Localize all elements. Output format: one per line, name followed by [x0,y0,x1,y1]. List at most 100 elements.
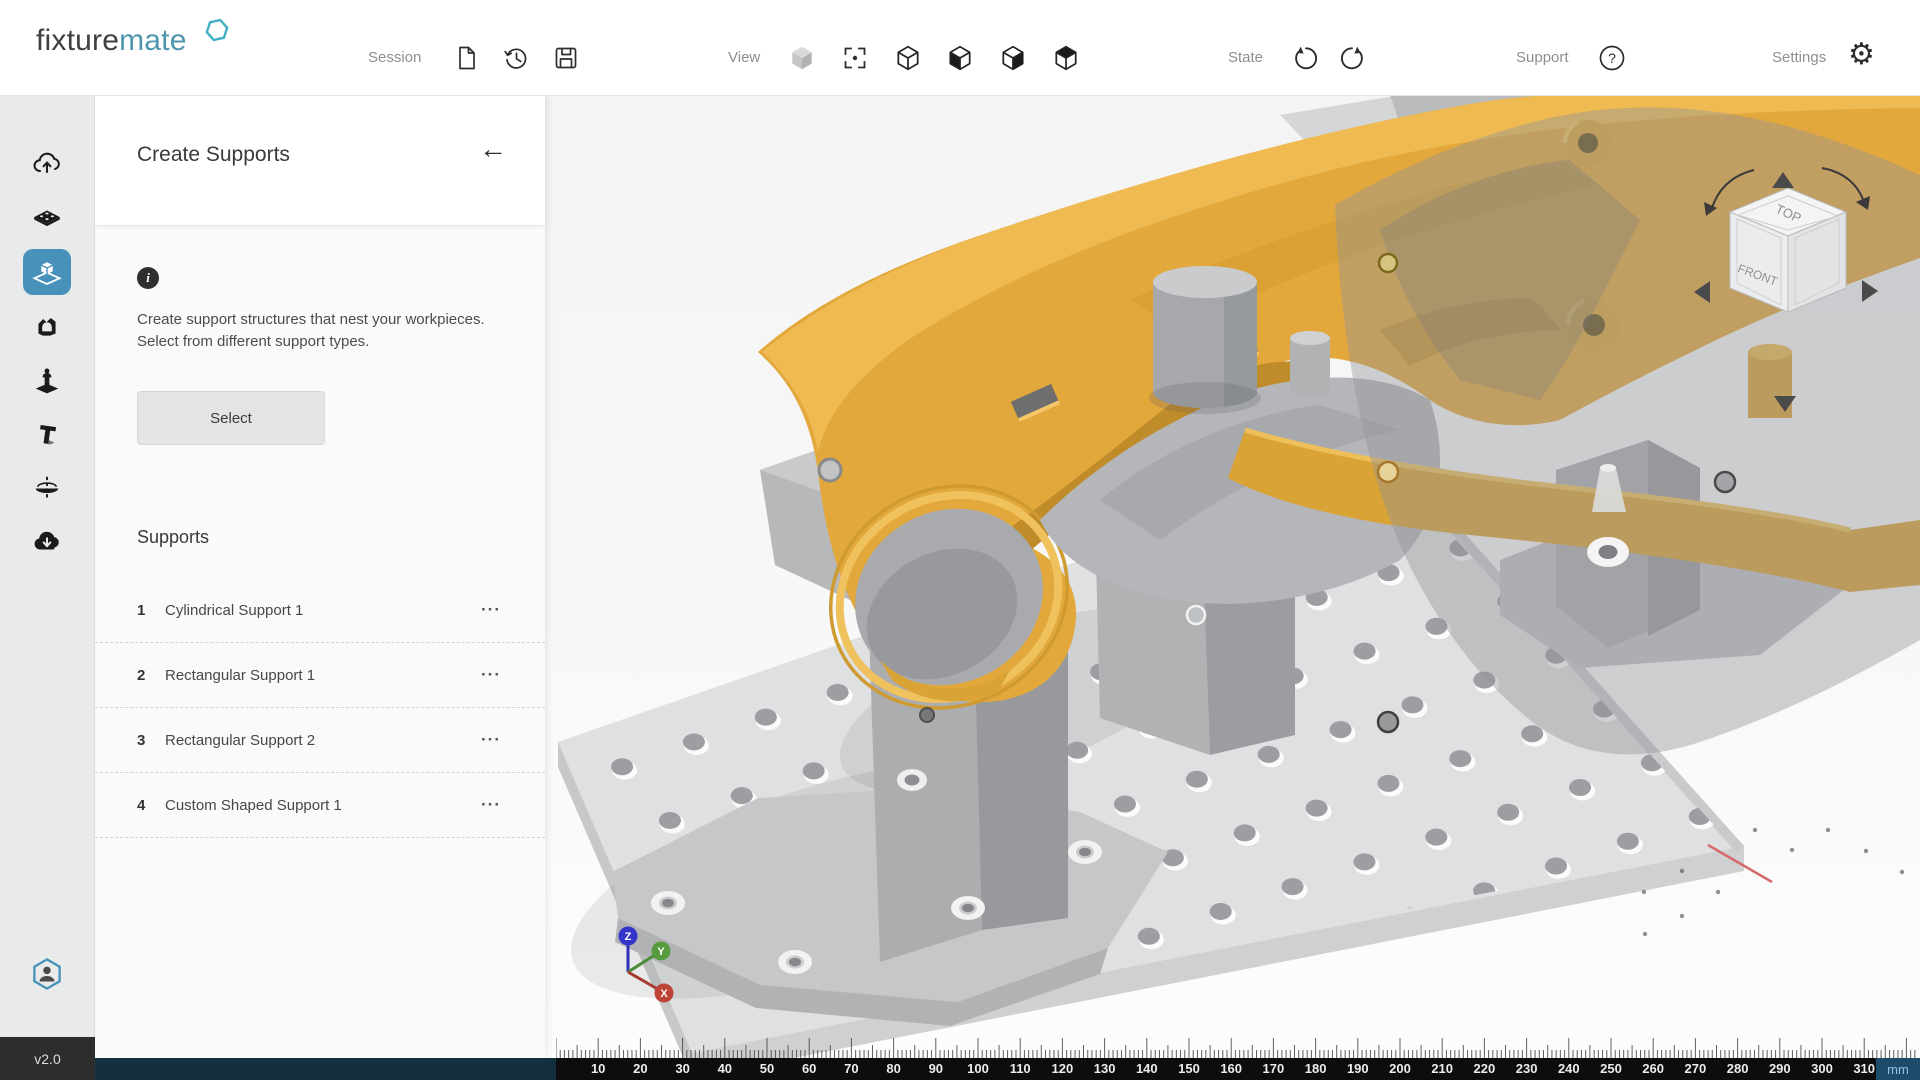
sidebar-item-custom-support[interactable] [23,303,71,349]
ruler-number: 160 [1214,1061,1248,1076]
label-icon [32,419,62,449]
top-bar: fixturemate Session View [0,0,1920,96]
ruler-number: 20 [623,1061,657,1076]
support-cylinder-large [1149,266,1261,414]
new-file-icon[interactable] [452,44,480,72]
fit-view-icon[interactable] [841,44,869,72]
view-group-label: View [728,49,760,66]
ruler-number: 40 [708,1061,742,1076]
clamp-icon [32,365,62,395]
gear-icon[interactable]: ⚙ [1848,40,1876,68]
logo-text-secondary: mate [119,24,187,57]
row-menu-icon[interactable]: ··· [481,665,501,685]
info-icon: i [137,267,159,289]
ruler-number: 210 [1425,1061,1459,1076]
cloud-download-icon [32,527,62,557]
row-menu-icon[interactable]: ··· [481,795,501,815]
support-index: 1 [137,602,165,619]
sidebar-item-baseplate[interactable] [23,195,71,241]
create-supports-panel: Create Supports ← i Create support struc… [95,95,545,1058]
cloud-upload-icon [32,149,62,179]
panel-header: Create Supports ← [95,95,545,226]
ruler-number: 270 [1678,1061,1712,1076]
select-button[interactable]: Select [137,391,325,445]
sidebar-item-account[interactable] [23,951,71,997]
history-icon[interactable] [502,44,530,72]
wireframe-cube-icon[interactable] [894,44,922,72]
bottom-bar [95,1058,556,1080]
support-row-1[interactable]: 1 Cylindrical Support 1 ··· [95,578,545,643]
support-name: Rectangular Support 2 [165,732,315,749]
axis-y-label: Y [657,946,665,958]
support-row-2[interactable]: 2 Rectangular Support 1 ··· [95,643,545,708]
scene-canvas[interactable]: TOP FRONT Z Y X [545,95,1920,1080]
cube-left-face-icon[interactable] [946,44,974,72]
row-menu-icon[interactable]: ··· [481,730,501,750]
ruler-number: 80 [877,1061,911,1076]
ruler-number: 50 [750,1061,784,1076]
ruler-number: 90 [919,1061,953,1076]
user-hexagon-icon [30,957,64,991]
sidebar-item-export[interactable] [23,519,71,565]
axis-z-label: Z [625,931,632,943]
support-group-label: Support [1516,49,1569,66]
ruler-number: 150 [1172,1061,1206,1076]
support-name: Custom Shaped Support 1 [165,797,342,814]
ruler-number: 60 [792,1061,826,1076]
back-arrow-icon[interactable]: ← [479,135,507,163]
ruler-number: 200 [1383,1061,1417,1076]
logo-text-primary: fixture [36,24,119,57]
help-glyph: ? [1608,50,1616,66]
support-name: Cylindrical Support 1 [165,602,303,619]
sidebar-item-clamps[interactable] [23,357,71,403]
redo-icon[interactable] [1340,44,1368,72]
ruler-number: 280 [1721,1061,1755,1076]
support-index: 3 [137,732,165,749]
supports-icon [31,256,63,288]
support-row-4[interactable]: 4 Custom Shaped Support 1 ··· [95,773,545,838]
ruler-number-strip: 1020304050607080901001101201301401501601… [556,1058,1876,1080]
split-icon [32,473,62,503]
ruler-number: 290 [1763,1061,1797,1076]
ruler-number: 260 [1636,1061,1670,1076]
logo-hexagon-icon [204,17,230,43]
app-logo[interactable]: fixturemate [36,24,187,58]
ruler-number: 70 [834,1061,868,1076]
sidebar-item-create-supports[interactable] [23,249,71,295]
ruler-number: 300 [1805,1061,1839,1076]
nest-icon [32,311,62,341]
version-badge: v2.0 [0,1037,95,1080]
undo-icon[interactable] [1290,44,1318,72]
session-group-label: Session [368,49,421,66]
ruler-number: 230 [1510,1061,1544,1076]
baseplate-icon [32,203,62,233]
ruler-number: 10 [581,1061,615,1076]
cube-right-face-icon[interactable] [999,44,1027,72]
tool-sidebar [0,95,95,1037]
row-menu-icon[interactable]: ··· [481,600,501,620]
panel-title: Create Supports [137,143,290,167]
ruler-number: 140 [1130,1061,1164,1076]
support-name: Rectangular Support 1 [165,667,315,684]
save-icon[interactable] [552,44,580,72]
ruler-number: 100 [961,1061,995,1076]
support-row-3[interactable]: 3 Rectangular Support 2 ··· [95,708,545,773]
ruler-number: 170 [1256,1061,1290,1076]
support-index: 4 [137,797,165,814]
viewport-3d: TOP FRONT Z Y X [545,95,1920,1080]
ruler-number: 130 [1088,1061,1122,1076]
ruler-number: 190 [1341,1061,1375,1076]
sidebar-item-split[interactable] [23,465,71,511]
ruler-number: 240 [1552,1061,1586,1076]
ruler-number: 30 [666,1061,700,1076]
supports-heading: Supports [137,527,209,548]
ruler-unit-badge: mm [1876,1058,1920,1080]
support-index: 2 [137,667,165,684]
sidebar-item-import[interactable] [23,141,71,187]
shaded-cube-icon[interactable] [788,44,816,72]
sidebar-item-labels[interactable] [23,411,71,457]
ruler-number: 250 [1594,1061,1628,1076]
cube-top-face-icon[interactable] [1052,44,1080,72]
supports-list: 1 Cylindrical Support 1 ··· 2 Rectangula… [95,578,545,838]
help-icon[interactable]: ? [1598,44,1626,72]
